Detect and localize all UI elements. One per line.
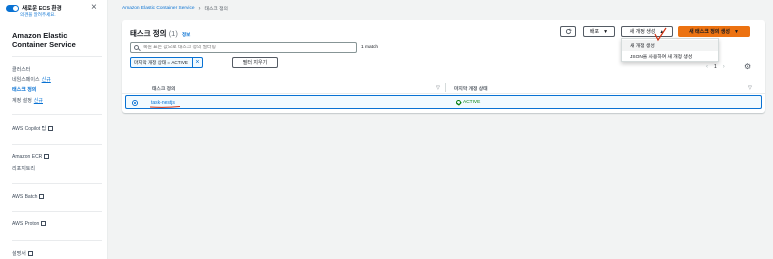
divider [12,240,102,241]
caret-down-icon: ▼ [734,28,739,35]
column-header-last-revision-status[interactable]: 마지막 개정 상태 [454,85,488,92]
sort-down-icon[interactable]: ▽ [436,85,440,91]
panel-title: 태스크 정의 (1) 정보 [130,29,191,38]
divider [12,183,102,184]
toggle-label: 새로운 ECS 환경 [22,6,62,12]
menu-item-create-revision[interactable]: 새 개정 생성 [622,40,718,51]
table-header: 태스크 정의 ▽ 마지막 개정 상태 ▽ [122,81,765,94]
breadcrumb-current: 태스크 정의 [204,7,228,12]
chevron-right-icon: › [198,5,201,12]
table-row[interactable]: task-nestjs ACTIVE [125,95,762,109]
caret-down-icon: ▼ [603,28,609,35]
new-experience-toggle-row[interactable]: 새로운 ECS 환경 [6,4,62,12]
search-field[interactable] [130,42,357,53]
search-icon [134,45,139,50]
chevron-right-icon[interactable]: › [723,64,725,70]
column-divider[interactable] [445,83,446,92]
new-badge: 신규 [41,77,51,83]
external-link-icon [44,154,50,160]
column-header-task-definition[interactable]: 태스크 정의 [152,85,175,92]
sidebar-item-batch[interactable]: AWS Batch [12,194,45,200]
sidebar-item-namespaces[interactable]: 네임스페이스 신규 [12,76,51,83]
breadcrumb-service-link[interactable]: Amazon Elastic Container Service [122,6,195,11]
new-badge: 신규 [33,98,43,104]
divider [12,114,102,115]
divider [12,144,102,145]
task-definitions-panel: 태스크 정의 (1) 정보 배포 ▼ 새 개정 생성 ▲ 새 태스크 정의 생성 ▼ … [122,20,765,113]
clear-filters-button[interactable]: 필터 지우기 [232,57,278,68]
toggle-switch[interactable] [6,4,19,12]
external-link-icon [39,194,45,200]
filter-token-label: 마지막 개정 상태 = ACTIVE [134,59,188,65]
sidebar-item-docs[interactable]: 설명서 [12,250,33,257]
side-navigation: 새로운 ECS 환경 의견을 알려주세요. × Amazon Elastic C… [0,0,108,259]
service-title[interactable]: Amazon Elastic Container Service [12,31,102,49]
page-number[interactable]: 1 [714,64,717,70]
close-icon[interactable]: × [191,57,202,68]
filter-token: 마지막 개정 상태 = ACTIVE × [130,57,203,68]
search-input[interactable] [143,45,343,50]
sidebar-item-proton[interactable]: AWS Proton [12,221,47,227]
pagination: ‹ 1 › [706,64,731,70]
deploy-button[interactable]: 배포 ▼ [583,26,615,37]
annotation-check-mark [654,27,667,42]
close-icon[interactable]: × [91,3,97,13]
create-revision-dropdown: 새 개정 생성 JSON을 사용하여 새 개정 생성 [621,38,719,62]
sidebar-item-repositories[interactable]: 리포지토리 [12,165,35,172]
divider [12,56,102,57]
info-link[interactable]: 정보 [182,32,190,37]
breadcrumb: Amazon Elastic Container Service › 태스크 정… [122,5,228,13]
divider [12,211,102,212]
gear-icon[interactable]: ⚙ [744,63,752,71]
check-circle-icon [456,100,461,105]
match-count: 1 match [361,45,379,50]
sort-down-icon[interactable]: ▽ [748,85,752,91]
create-new-task-definition-button[interactable]: 새 태스크 정의 생성 ▼ [678,26,750,37]
external-link-icon [41,221,47,227]
sidebar-item-clusters[interactable]: 클러스터 [12,66,30,73]
item-count: (1) [168,29,178,38]
sidebar-item-ecr[interactable]: Amazon ECR [12,154,50,160]
external-link-icon [48,126,54,132]
chevron-left-icon[interactable]: ‹ [706,64,708,70]
sidebar-item-account-settings[interactable]: 계정 설정 신규 [12,97,43,104]
sidebar-item-task-definitions[interactable]: 태스크 정의 [12,86,36,93]
annotation-underline [150,106,180,108]
feedback-link[interactable]: 의견을 알려주세요. [20,12,56,18]
menu-item-create-revision-json[interactable]: JSON을 사용하여 새 개정 생성 [622,51,718,62]
refresh-icon [565,28,571,35]
status-badge: ACTIVE [456,100,480,105]
refresh-button[interactable] [560,26,576,37]
sidebar-item-copilot[interactable]: AWS Copilot 팁 [12,125,54,132]
row-radio[interactable] [132,100,138,106]
external-link-icon [27,251,33,257]
